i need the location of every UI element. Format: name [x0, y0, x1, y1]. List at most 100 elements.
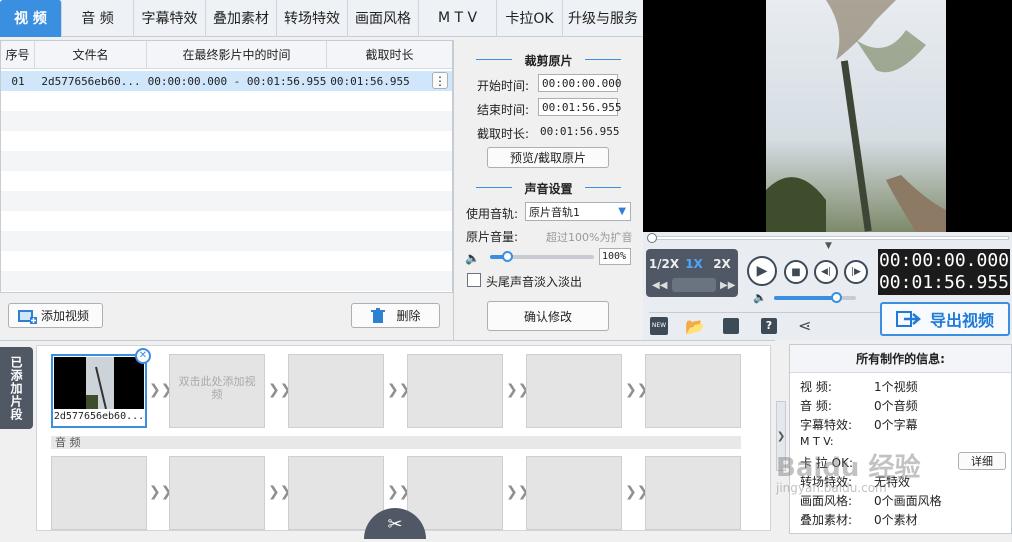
tab-video[interactable]: 视 频	[0, 0, 62, 37]
audio-track-select[interactable]: 原片音轨1 ▼	[525, 202, 631, 221]
play-icon[interactable]: ▶	[747, 256, 777, 286]
detail-button[interactable]: 详细	[958, 452, 1006, 470]
next-frame-icon[interactable]: |▶	[844, 260, 868, 284]
speed-half[interactable]: 1/2X	[648, 257, 680, 271]
audio-slot[interactable]	[51, 456, 147, 530]
fade-label: 头尾声音淡入淡出	[486, 275, 583, 289]
fast-forward-icon[interactable]: ▶▶	[720, 280, 735, 291]
add-clip-hint: 双击此处添加视频	[178, 375, 256, 401]
added-clips-label: 已添加片段	[0, 347, 33, 429]
tab-overlay[interactable]: 叠加素材	[206, 0, 277, 37]
chevron-down-icon: ▼	[825, 241, 832, 251]
speed-control: 1/2X 1X 2X ◀◀ ▶▶	[646, 249, 738, 297]
audio-track-value: 原片音轨1	[529, 205, 580, 219]
col-filename: 文件名	[35, 41, 147, 68]
current-time: 00:00:00.000	[878, 250, 1010, 271]
col-duration: 截取时长	[365, 48, 414, 62]
table-row-empty	[1, 251, 452, 271]
table-row-empty	[1, 211, 452, 231]
col-time: 在最终影片中的时间	[147, 41, 327, 68]
table-row-empty	[1, 171, 452, 191]
table-row-empty	[1, 91, 452, 111]
divider	[585, 187, 621, 188]
project-info-panel: 所有制作的信息: 视 频: 1个视频 音 频: 0个音频 字幕特效: 0个字幕 M T…	[776, 344, 1012, 534]
previous-frame-icon[interactable]: ◀|	[814, 260, 838, 284]
cut-duration-label: 截取时长:	[477, 127, 530, 141]
row-duration: 00:01:56.955	[330, 74, 410, 88]
help-icon[interactable]: ?	[761, 318, 777, 334]
speed-1x[interactable]: 1X	[681, 257, 707, 271]
confirm-button[interactable]: 确认修改	[487, 301, 609, 331]
info-row-audio: 音 频: 0个音频	[800, 399, 918, 413]
empty-clip-slot[interactable]	[288, 354, 384, 428]
table-row-empty	[1, 151, 452, 171]
table-row[interactable]: 01 2d577656eb60... 00:00:00.000 - 00:01:…	[1, 71, 452, 91]
table-row-empty	[1, 131, 452, 151]
export-icon	[895, 311, 921, 327]
info-row-overlay: 叠加素材: 0个素材	[800, 513, 918, 527]
audio-slot[interactable]	[169, 456, 265, 530]
info-title: 所有制作的信息:	[790, 345, 1011, 373]
seek-handle[interactable]	[647, 233, 657, 243]
end-time-field[interactable]: 00:01:56.955	[538, 98, 621, 116]
timeline-track-area: 2d577656eb60... ✕ ❯❯ 双击此处添加视频 ❯❯ ❯❯ ❯❯ ❯…	[36, 345, 771, 539]
info-row-subtitle: 字幕特效: 0个字幕	[800, 418, 918, 432]
tab-karaoke[interactable]: 卡拉OK	[497, 0, 563, 37]
row-more-button[interactable]: ⋮	[432, 72, 448, 89]
tab-style[interactable]: 画面风格	[348, 0, 419, 37]
divider	[476, 59, 512, 60]
export-video-button[interactable]: 导出视频	[880, 302, 1010, 336]
table-row-empty	[1, 271, 452, 291]
audio-slot[interactable]	[407, 456, 503, 530]
table-row-empty	[1, 111, 452, 131]
divider	[585, 59, 621, 60]
edit-panel: 裁剪原片 开始时间: 00:00:00.000 结束时间: 00:01:56.9…	[453, 40, 643, 340]
time-display: 00:00:00.000 00:01:56.955	[878, 249, 1010, 295]
volume-slider-handle[interactable]	[501, 251, 513, 262]
tab-audio[interactable]: 音 频	[62, 0, 134, 37]
tab-mtv[interactable]: M T V	[419, 0, 497, 37]
remove-clip-icon[interactable]: ✕	[135, 348, 151, 364]
delete-button[interactable]: 删除	[351, 303, 440, 328]
add-video-icon	[18, 309, 37, 324]
new-project-icon[interactable]: NEW	[650, 317, 668, 335]
col-index: 序号	[1, 41, 35, 68]
share-icon[interactable]: ⋖	[798, 316, 811, 335]
jog-wheel[interactable]	[672, 278, 716, 292]
volume-icon[interactable]: 🔈	[753, 291, 767, 304]
tab-transition[interactable]: 转场特效	[277, 0, 348, 37]
cut-section-title: 裁剪原片	[524, 54, 573, 68]
empty-clip-slot[interactable]	[645, 354, 741, 428]
audio-slot[interactable]	[526, 456, 622, 530]
watermark-url: jingyan.baidu.com	[776, 481, 887, 495]
save-icon[interactable]	[723, 318, 739, 334]
rewind-icon[interactable]: ◀◀	[652, 280, 667, 291]
clip-table: 序号 文件名 在最终影片中的时间 截取时长 01 2d577656eb60...…	[0, 40, 453, 293]
add-video-button[interactable]: 添加视频	[8, 303, 103, 328]
clip-1[interactable]: 2d577656eb60... ✕	[51, 348, 151, 428]
clip-1-name: 2d577656eb60...	[53, 411, 145, 422]
audio-slot[interactable]	[645, 456, 741, 530]
player-volume-handle[interactable]	[830, 292, 842, 303]
add-clip-slot[interactable]: 双击此处添加视频	[169, 354, 265, 428]
empty-clip-slot[interactable]	[407, 354, 503, 428]
tab-subtitle-effects[interactable]: 字幕特效	[134, 0, 206, 37]
start-time-field[interactable]: 00:00:00.000	[538, 74, 621, 92]
seek-bar[interactable]	[649, 236, 1009, 240]
video-preview[interactable]	[643, 0, 1012, 232]
divider	[476, 187, 512, 188]
start-time-label: 开始时间:	[477, 79, 530, 93]
volume-value-field[interactable]: 100%	[599, 248, 631, 265]
fade-checkbox[interactable]	[467, 273, 481, 287]
open-folder-icon[interactable]: 📂	[685, 317, 705, 336]
audio-track-label: 使用音轨:	[466, 207, 519, 221]
total-time: 00:01:56.955	[878, 272, 1010, 293]
preview-cut-button[interactable]: 预览/截取原片	[487, 147, 609, 168]
video-frame	[766, 0, 946, 232]
main-tab-bar: 视 频 音 频 字幕特效 叠加素材 转场特效 画面风格 M T V 卡拉OK 升…	[0, 0, 643, 37]
tab-upgrade[interactable]: 升级与服务	[563, 0, 643, 37]
audio-track-header: 音 频	[51, 436, 741, 449]
stop-icon[interactable]: ■	[784, 260, 808, 284]
speed-2x[interactable]: 2X	[708, 257, 736, 271]
empty-clip-slot[interactable]	[526, 354, 622, 428]
